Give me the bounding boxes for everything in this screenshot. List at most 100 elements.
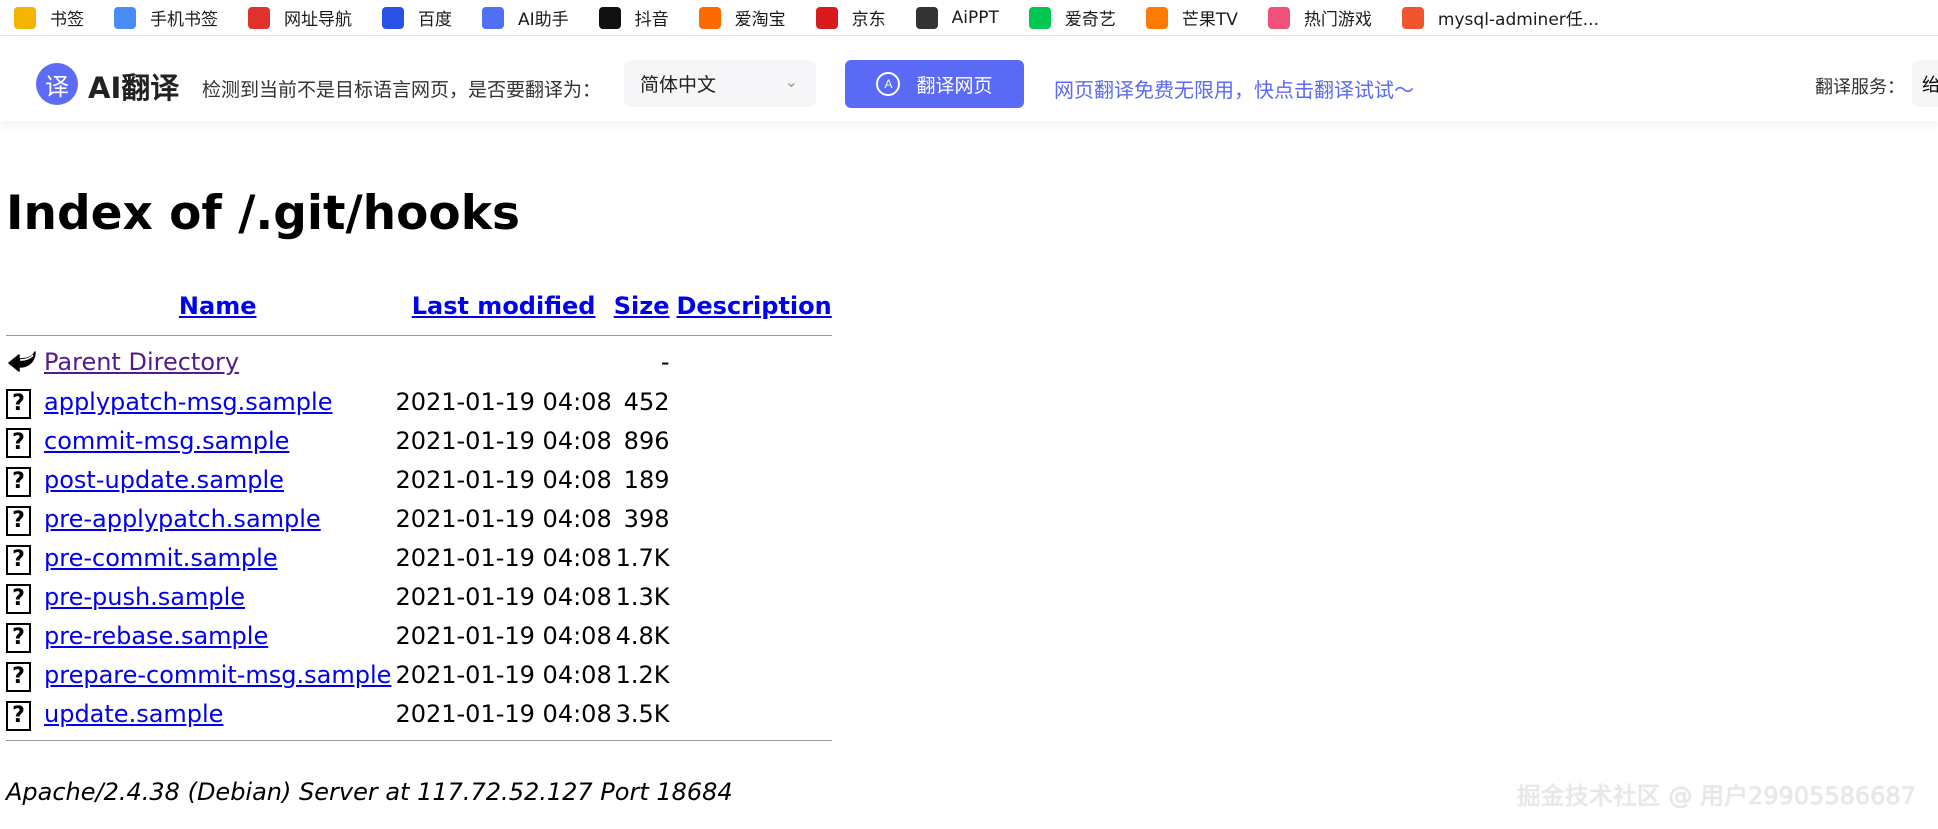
file-row: ? prepare-commit-msg.sample 2021-01-19 04:… [6, 655, 832, 694]
unknown-file-icon: ? [6, 544, 31, 575]
file-link[interactable]: post-update.sample [44, 466, 284, 494]
divider [6, 739, 832, 741]
sort-by-size-link[interactable]: Size [614, 292, 670, 320]
sort-by-description-link[interactable]: Description [676, 292, 831, 320]
translate-service-label: 翻译服务： [1815, 77, 1905, 98]
file-link[interactable]: pre-rebase.sample [44, 622, 268, 650]
file-size: 452 [623, 387, 670, 416]
target-language-select[interactable]: 简体中文 ⌄ [624, 60, 816, 107]
file-description [676, 616, 831, 655]
server-signature: Apache/2.4.38 (Debian) Server at 117.72.… [6, 778, 733, 806]
bookmark-label: 爱淘宝 [734, 10, 786, 30]
file-size: 1.7K [615, 543, 670, 572]
navigation-icon [248, 6, 270, 29]
bookmark-label: 手机书签 [150, 10, 218, 30]
translate-icon: A [876, 72, 901, 96]
file-row: ? commit-msg.sample 2021-01-19 04:08 896 [6, 421, 832, 460]
name-column-header: Name [44, 284, 395, 328]
sort-by-name-link[interactable]: Name [179, 292, 257, 320]
file-row: ? pre-commit.sample 2021-01-19 04:08 1.7K [6, 538, 832, 577]
divider [6, 334, 832, 336]
translate-service-value: 绐 [1922, 74, 1938, 96]
unknown-file-icon: ? [6, 505, 31, 536]
bookmark-label: 热门游戏 [1303, 10, 1372, 30]
file-modified: 2021-01-19 04:08 [395, 699, 612, 728]
directory-listing: Name Last modified Size Description Pare… [6, 284, 832, 747]
file-link[interactable]: update.sample [44, 700, 223, 728]
file-link[interactable]: pre-push.sample [44, 583, 245, 611]
translate-brand: AI翻译 [88, 71, 180, 105]
description-column-header: Description [676, 284, 831, 328]
file-row: ? applypatch-msg.sample 2021-01-19 04:08 45… [6, 382, 832, 421]
bookmark-label: 网址导航 [284, 10, 352, 30]
bookmark-item[interactable]: mysql-adminer任... [1401, 5, 1599, 30]
bookmark-item[interactable]: 京东 [815, 5, 886, 30]
file-link[interactable]: pre-applypatch.sample [44, 505, 321, 533]
bookmark-item[interactable]: 芒果TV [1145, 5, 1238, 30]
games-icon [1267, 6, 1290, 29]
bookmark-label: mysql-adminer任... [1437, 10, 1599, 30]
file-description [676, 577, 831, 616]
file-size: 1.2K [615, 660, 670, 689]
bookmark-item[interactable]: 书签 [14, 5, 84, 30]
aippt-icon [915, 6, 938, 29]
file-link[interactable]: prepare-commit-msg.sample [44, 661, 391, 689]
bookmark-label: AI助手 [518, 10, 569, 30]
unknown-file-icon: ? [6, 622, 31, 653]
unknown-file-icon: ? [6, 427, 31, 458]
bookmark-item[interactable]: 手机书签 [114, 5, 218, 30]
star-icon [14, 6, 36, 29]
jd-icon [815, 6, 838, 29]
translate-service-select[interactable]: 绐 [1912, 60, 1938, 107]
file-size: 4.8K [615, 621, 670, 650]
sort-by-last-modified-link[interactable]: Last modified [412, 292, 596, 320]
file-description [676, 382, 831, 421]
bookmark-item[interactable]: 爱淘宝 [698, 5, 786, 30]
file-size: 398 [623, 504, 670, 533]
bookmark-label: 京东 [851, 10, 886, 30]
bookmark-item[interactable]: 网址导航 [248, 5, 352, 30]
file-size: 3.5K [615, 699, 670, 728]
file-link[interactable]: applypatch-msg.sample [44, 388, 332, 416]
bookmark-item[interactable]: AI助手 [482, 5, 569, 30]
file-modified: 2021-01-19 04:08 [395, 504, 612, 533]
bookmark-item[interactable]: AiPPT [915, 6, 999, 29]
icon-column-header [6, 284, 44, 328]
file-modified: 2021-01-19 04:08 [395, 660, 612, 689]
file-modified: 2021-01-19 04:08 [395, 465, 612, 494]
unknown-file-icon: ? [6, 583, 31, 614]
translate-promo-link[interactable]: 网页翻译免费无限用，快点击翻译试试～ [1054, 74, 1414, 103]
file-size: 1.3K [615, 582, 670, 611]
file-modified: 2021-01-19 04:08 [395, 387, 612, 416]
file-link[interactable]: commit-msg.sample [44, 427, 289, 455]
file-row: ? pre-applypatch.sample 2021-01-19 04:08 39… [6, 499, 832, 538]
target-language-value: 简体中文 [640, 74, 717, 96]
watermark: 掘金技术社区 @ 用户29905586687 [1516, 782, 1916, 810]
file-modified: 2021-01-19 04:08 [395, 582, 612, 611]
file-description [676, 460, 831, 499]
file-size: 896 [623, 426, 670, 455]
parent-directory-link[interactable]: Parent Directory [44, 348, 239, 376]
bookmark-label: 爱奇艺 [1064, 10, 1116, 30]
divider-row [6, 733, 832, 747]
bookmark-item[interactable]: 百度 [382, 5, 452, 30]
file-row: ? post-update.sample 2021-01-19 04:08 189 [6, 460, 832, 499]
mangotv-icon [1145, 6, 1168, 29]
file-row: ? pre-push.sample 2021-01-19 04:08 1.3K [6, 577, 832, 616]
bookmark-item[interactable]: 抖音 [598, 5, 669, 30]
taobao-icon [698, 6, 721, 29]
bookmark-label: AiPPT [951, 7, 999, 28]
file-row: ? pre-rebase.sample 2021-01-19 04:08 4.8K [6, 616, 832, 655]
file-size: 189 [623, 465, 670, 494]
file-modified: 2021-01-19 04:08 [395, 543, 612, 572]
unknown-file-icon: ? [6, 661, 31, 692]
back-arrow-icon [8, 351, 36, 372]
file-link[interactable]: pre-commit.sample [44, 544, 278, 572]
unknown-file-icon: ? [6, 466, 31, 497]
file-description [676, 499, 831, 538]
unknown-file-icon: ? [6, 700, 31, 731]
page-title: Index of /.git/hooks [6, 186, 520, 241]
translate-page-button[interactable]: A 翻译网页 [845, 60, 1024, 108]
bookmark-item[interactable]: 爱奇艺 [1028, 5, 1116, 30]
bookmark-item[interactable]: 热门游戏 [1267, 5, 1372, 30]
